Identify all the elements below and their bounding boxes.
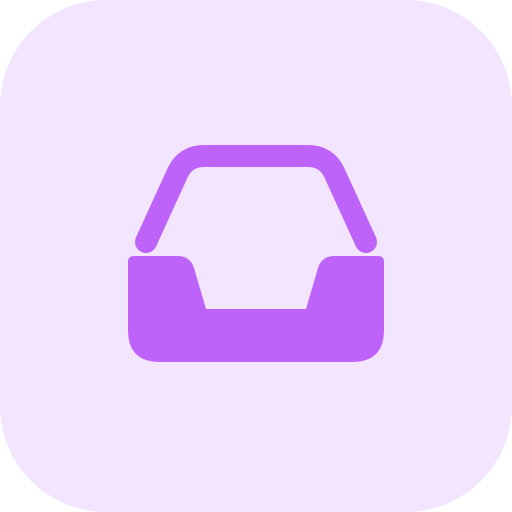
inbox-tray-icon — [0, 0, 512, 512]
app-icon — [0, 0, 512, 512]
icon-background — [0, 0, 512, 512]
